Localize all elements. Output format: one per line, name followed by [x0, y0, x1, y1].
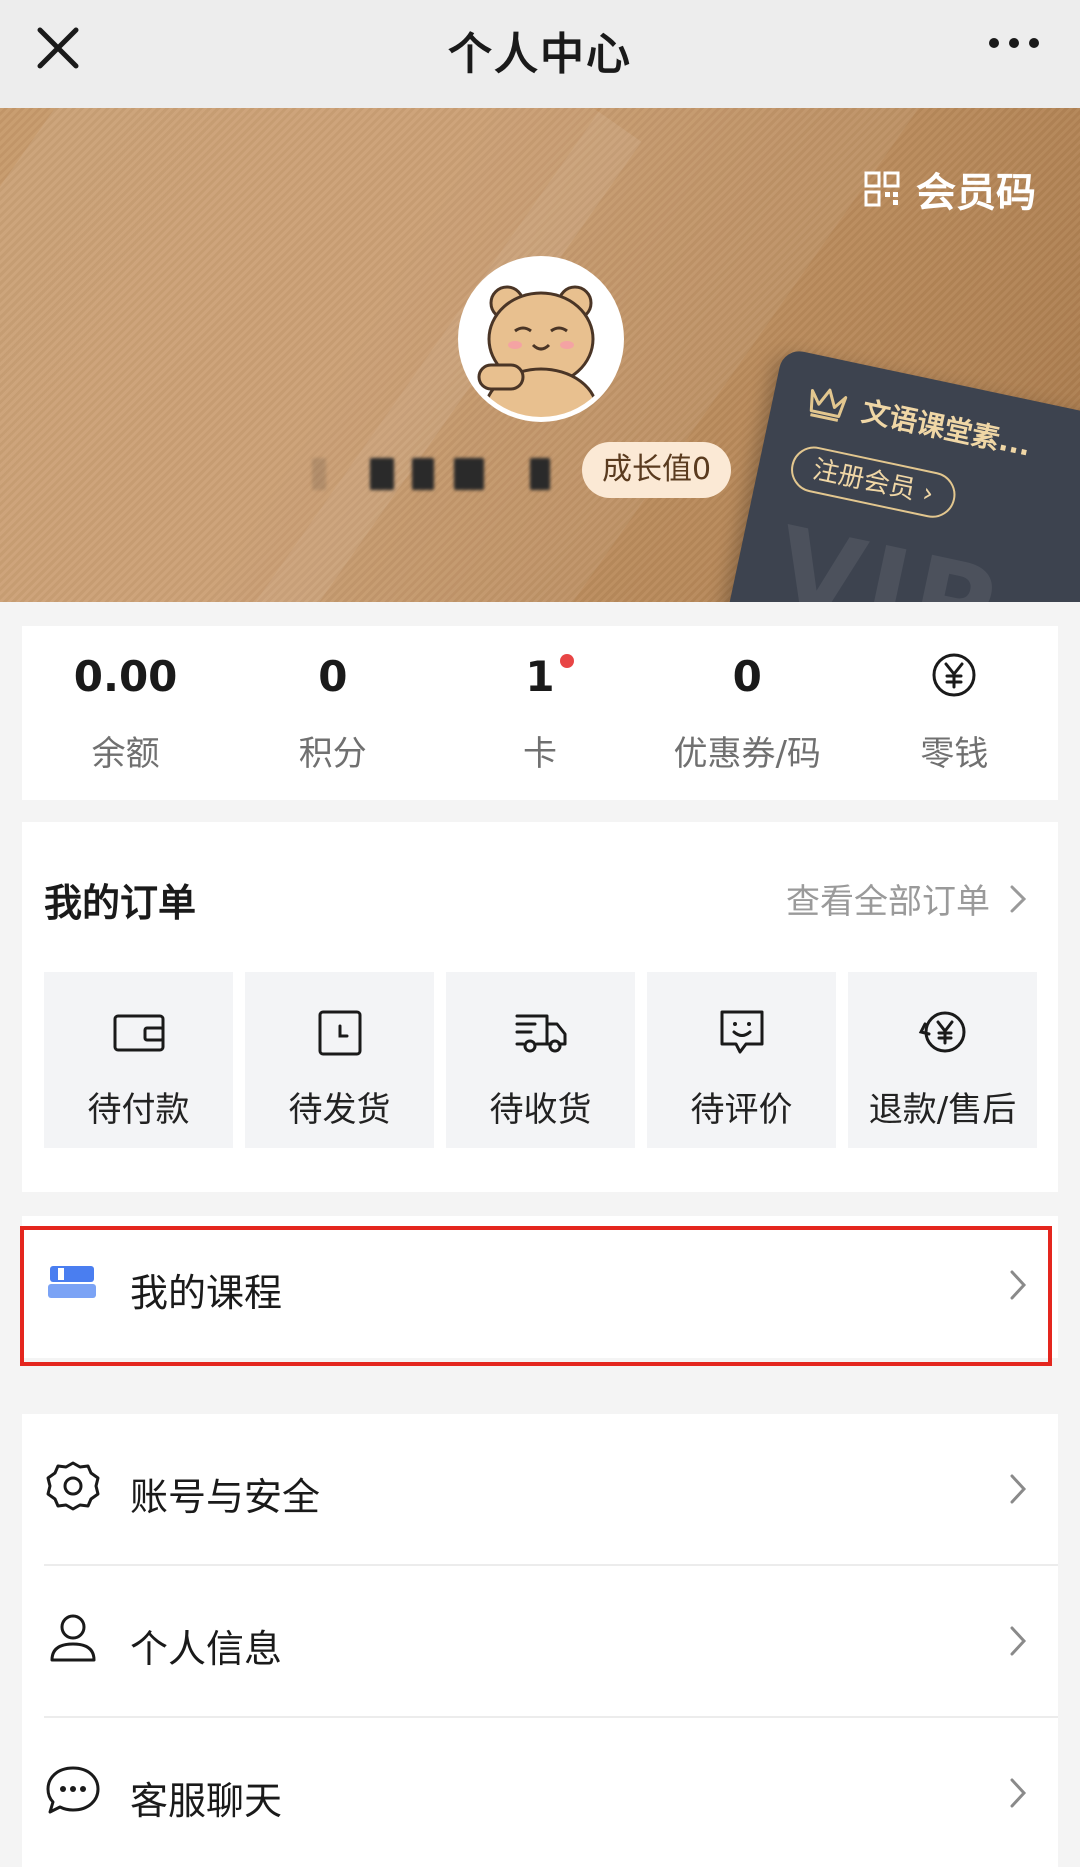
- stat-cards[interactable]: 1 卡: [436, 626, 643, 800]
- truck-icon: [515, 1014, 566, 1053]
- stat-balance[interactable]: 0.00 余额: [22, 626, 229, 800]
- stat-value: 0: [318, 652, 348, 701]
- order-pending-payment[interactable]: 待付款: [44, 972, 233, 1148]
- stat-label: 优惠券/码: [673, 734, 821, 774]
- qr-code-icon: [864, 171, 900, 207]
- nickname-redacted: [312, 448, 552, 498]
- stat-points[interactable]: 0 积分: [229, 626, 436, 800]
- customer-service-row[interactable]: 客服聊天: [22, 1718, 1058, 1867]
- profile-header: 会员码 成长值0 文语课堂素... 注册会员 › VIP: [0, 108, 1080, 602]
- order-label: 待评价: [690, 1090, 793, 1130]
- member-code-button[interactable]: 会员码: [864, 160, 1036, 218]
- order-pending-shipment[interactable]: 待发货: [245, 972, 434, 1148]
- chevron-right-icon: [1010, 1474, 1027, 1504]
- personal-info-row[interactable]: 个人信息: [22, 1566, 1058, 1716]
- chevron-right-icon: [1010, 1626, 1027, 1656]
- member-code-label: 会员码: [916, 170, 1036, 216]
- top-bar: 个人中心: [0, 0, 1080, 108]
- order-label: 待付款: [87, 1090, 190, 1130]
- page-title: 个人中心: [448, 29, 632, 80]
- growth-value-badge[interactable]: 成长值0: [582, 442, 732, 498]
- avatar[interactable]: [458, 256, 624, 422]
- account-stats: 0.00 余额 0 积分 1 卡 0 优惠券/码 零钱: [22, 626, 1058, 800]
- settings-section: 账号与安全 个人信息 客服聊天: [22, 1414, 1058, 1867]
- stat-label: 零钱: [920, 734, 989, 774]
- chevron-right-icon: [1010, 1778, 1027, 1808]
- calendar-clock-icon: [318, 1010, 361, 1056]
- view-all-orders-link[interactable]: 查看全部订单: [786, 874, 1028, 923]
- my-orders-section: 我的订单 查看全部订单 待付款 待发货 待收货 待评价 退款/售后: [22, 822, 1058, 1192]
- stat-label: 积分: [298, 734, 367, 774]
- chat-icon: [46, 1766, 100, 1814]
- order-label: 待发货: [288, 1090, 391, 1130]
- orders-title: 我的订单: [44, 881, 197, 925]
- wallet-icon: [113, 1014, 164, 1052]
- gear-icon: [46, 1461, 100, 1511]
- order-label: 待收货: [489, 1090, 592, 1130]
- stat-change[interactable]: 零钱: [851, 626, 1058, 800]
- more-icon[interactable]: [984, 28, 1044, 58]
- settings-row-label: 账号与安全: [130, 1475, 321, 1519]
- settings-row-label: 个人信息: [130, 1627, 283, 1671]
- order-refund[interactable]: 退款/售后: [848, 972, 1037, 1148]
- settings-row-label: 客服聊天: [130, 1779, 283, 1823]
- crown-icon: [809, 388, 848, 422]
- bear-avatar-image: [463, 261, 619, 417]
- notification-dot: [560, 654, 574, 668]
- vip-watermark: VIP: [765, 502, 1012, 602]
- account-security-row[interactable]: 账号与安全: [22, 1414, 1058, 1564]
- chevron-right-icon: [1010, 885, 1027, 912]
- stat-value: 0.00: [73, 652, 178, 701]
- user-icon: [50, 1614, 96, 1662]
- highlight-box: [20, 1226, 1052, 1366]
- stat-label: 卡: [523, 734, 557, 774]
- stat-coupons[interactable]: 0 优惠券/码: [644, 626, 851, 800]
- order-label: 退款/售后: [868, 1090, 1017, 1130]
- order-pending-receipt[interactable]: 待收货: [446, 972, 635, 1148]
- stat-label: 余额: [91, 734, 160, 774]
- view-all-orders-label: 查看全部订单: [786, 882, 990, 922]
- yen-icon: [932, 653, 976, 697]
- stat-value: 0: [732, 652, 762, 701]
- refund-icon: [918, 1011, 965, 1053]
- vip-card-name: 文语课堂素...: [858, 394, 1034, 463]
- smile-chat-icon: [720, 1010, 763, 1054]
- order-pending-review[interactable]: 待评价: [647, 972, 836, 1148]
- stat-value: 1: [525, 652, 555, 701]
